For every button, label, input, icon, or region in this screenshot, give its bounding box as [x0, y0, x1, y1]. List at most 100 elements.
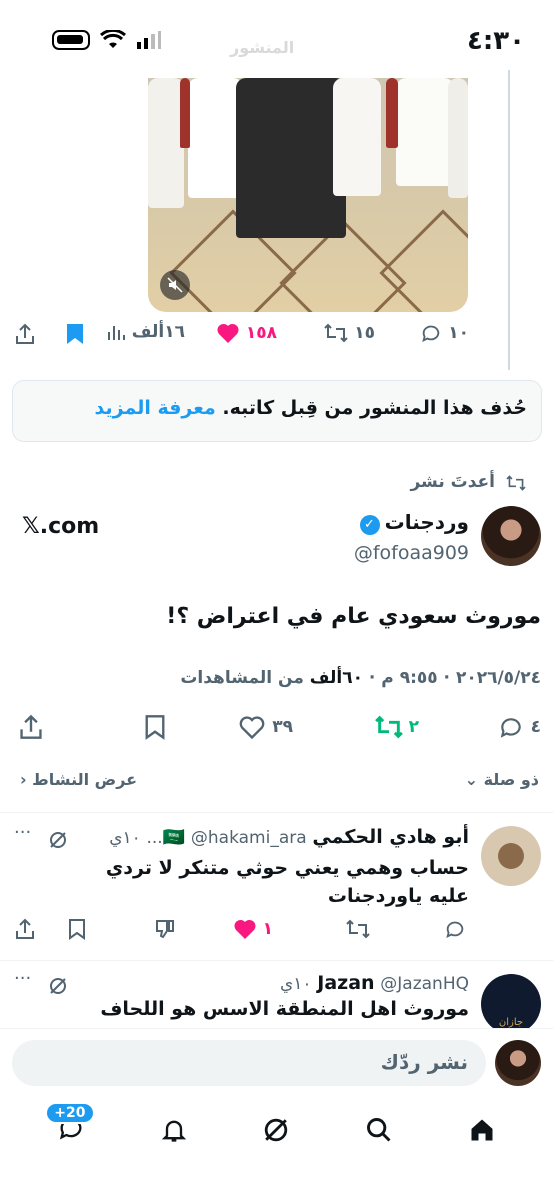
- main-like-action[interactable]: ٣٩: [238, 714, 293, 740]
- post-meta: ٢٠٢٦/٥/٢٤ · ٩:٥٥ م · ٦٠ألف من المشاهدات: [180, 668, 541, 688]
- reply-avatar[interactable]: [481, 826, 541, 886]
- sash: [386, 78, 398, 148]
- reposted-label: أعدتَ نشر: [410, 472, 495, 492]
- learn-more-link[interactable]: معرفة المزيد: [95, 397, 216, 419]
- thread-line: [508, 70, 510, 370]
- status-icons: [52, 30, 162, 50]
- bookmark-icon[interactable]: [68, 918, 86, 940]
- battery-icon: [52, 30, 90, 50]
- post-date: ٢٠٢٦/٥/٢٤ · ٩:٥٥ م ·: [363, 668, 541, 688]
- grok-nav-icon[interactable]: [262, 1116, 290, 1144]
- flag-icon: 🇸🇦: [162, 827, 186, 848]
- reply-text: حساب وهمي يعني حوثي متنكر لا تردي عليه ي…: [105, 857, 469, 907]
- share-icon[interactable]: [14, 918, 36, 940]
- retweet-count: ١٥: [354, 323, 375, 343]
- notifications-icon[interactable]: [160, 1116, 188, 1144]
- reply-time: ١٠ي: [279, 974, 312, 994]
- reply-action[interactable]: ١٠: [420, 322, 469, 344]
- retweet-active-icon: [374, 715, 403, 739]
- like-action[interactable]: ١٥٨: [216, 322, 277, 344]
- grok-icon[interactable]: [48, 976, 68, 996]
- reply-author-name[interactable]: أبو هادي الحكمي: [312, 826, 469, 848]
- sash: [180, 78, 190, 148]
- main-retweet-count: ٢: [408, 717, 419, 737]
- figure-white: [148, 78, 184, 208]
- reply-author-handle[interactable]: @JazanHQ: [380, 974, 469, 994]
- more-options-icon[interactable]: ···: [14, 968, 31, 989]
- source-label[interactable]: 𝕏.com: [22, 514, 99, 539]
- post-video[interactable]: [148, 78, 468, 312]
- reply-header: أبو هادي الحكمي 🇸🇦 @hakami_ara... ١٠ي: [109, 826, 469, 848]
- main-like-count: ٣٩: [272, 717, 293, 737]
- chevron-left-icon: ‹: [20, 770, 27, 789]
- reply-avatar[interactable]: جازان: [481, 974, 541, 1034]
- divider: [0, 960, 553, 961]
- views-action[interactable]: ١٦ألف: [106, 322, 185, 342]
- figure-white: [448, 78, 468, 198]
- bookmark-filled-icon[interactable]: [66, 323, 84, 345]
- figure-white: [333, 78, 381, 196]
- author-avatar[interactable]: [481, 506, 541, 566]
- heart-icon: [239, 716, 265, 740]
- bookmark-icon[interactable]: [144, 714, 166, 740]
- speaker-muted-icon: [167, 277, 183, 293]
- home-icon[interactable]: [468, 1116, 496, 1144]
- post-views-number[interactable]: ٦٠ألف: [310, 668, 363, 688]
- view-activity-label: عرض النشاط: [32, 770, 138, 789]
- reply-text: موروث اهل المنطقة الاسس هو اللحاف: [100, 998, 469, 1020]
- main-reply-action[interactable]: ٤: [497, 714, 541, 740]
- removed-notice: حُذف هذا المنشور من قِبل كاتبه. معرفة ال…: [12, 380, 542, 442]
- wifi-icon: [100, 30, 126, 48]
- post-views-label: من المشاهدات: [180, 668, 310, 688]
- reply-like-action[interactable]: ١: [233, 918, 273, 940]
- retweet-small-icon: [506, 475, 526, 491]
- status-time: ٤:٣٠: [466, 26, 525, 56]
- search-icon[interactable]: [365, 1116, 393, 1144]
- author-name-row[interactable]: وردجنات ✓: [359, 510, 469, 535]
- verified-badge-icon: ✓: [359, 514, 380, 535]
- post-text: موروث سعودي عام في اعتراض ؟!: [166, 604, 541, 629]
- heart-filled-icon: [234, 919, 256, 939]
- reply-author-name[interactable]: Jazan: [317, 972, 374, 994]
- figure-white: [188, 78, 243, 198]
- main-reply-count: ٤: [530, 717, 541, 737]
- retweet-icon[interactable]: [345, 918, 371, 940]
- reply-time: ١٠ي: [109, 828, 141, 848]
- dislike-icon[interactable]: [154, 918, 176, 940]
- figure-black: [236, 78, 346, 238]
- divider: [0, 812, 553, 813]
- main-retweet-action[interactable]: ٢: [374, 714, 419, 740]
- chevron-down-icon: ⌄: [464, 770, 478, 789]
- signal-icon: [137, 31, 161, 49]
- retweet-icon: [324, 323, 348, 343]
- author-handle[interactable]: @fofoaa909: [354, 542, 469, 564]
- retweet-action[interactable]: ١٥: [324, 322, 375, 344]
- replies-sort-label: ذو صلة: [483, 770, 539, 789]
- share-icon[interactable]: [14, 323, 36, 345]
- header-title: المنشور: [230, 38, 295, 57]
- composer-avatar: [495, 1040, 541, 1086]
- reply-icon: [500, 718, 521, 738]
- reply-header: Jazan @JazanHQ ١٠ي: [280, 972, 469, 994]
- view-activity-link[interactable]: عرض النشاط ‹: [20, 770, 137, 789]
- mute-button[interactable]: [160, 270, 190, 300]
- share-icon[interactable]: [18, 714, 44, 740]
- avatar-logo-text: جازان: [498, 1017, 524, 1028]
- messages-badge: +20: [45, 1102, 95, 1124]
- messages-tab[interactable]: +20: [45, 1102, 95, 1146]
- grok-icon[interactable]: [48, 830, 68, 850]
- heart-filled-icon: [217, 323, 239, 343]
- views-count: ١٦ألف: [131, 322, 185, 342]
- reply-input[interactable]: نشر ردّك: [12, 1040, 486, 1086]
- reply-count: ١٠: [448, 323, 469, 343]
- more-options-icon[interactable]: ···: [14, 822, 31, 843]
- bottom-nav: +20: [0, 1100, 553, 1160]
- author-name: وردجنات: [384, 510, 469, 534]
- analytics-icon: [107, 326, 125, 340]
- reply-icon[interactable]: [443, 918, 467, 940]
- removed-notice-text: حُذف هذا المنشور من قِبل كاتبه.: [222, 397, 527, 419]
- like-count: ١٥٨: [245, 323, 277, 343]
- figure-white: [396, 78, 454, 186]
- replies-sort[interactable]: ذو صلة ⌄: [465, 770, 539, 789]
- reply-like-count: ١: [262, 919, 273, 939]
